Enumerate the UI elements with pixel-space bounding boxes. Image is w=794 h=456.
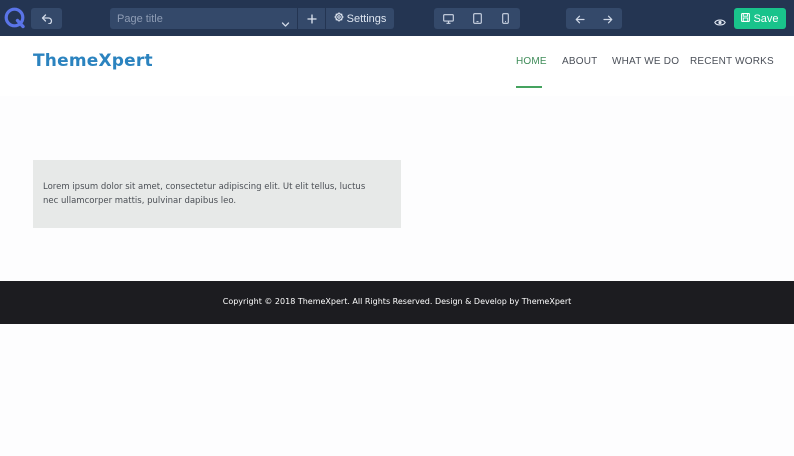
nav-item-about[interactable]: ABOUT xyxy=(562,56,597,67)
save-label: Save xyxy=(753,12,779,25)
desktop-view-button[interactable] xyxy=(434,8,463,29)
copyright-text: Copyright © 2018 ThemeXpert. All Rights … xyxy=(222,297,572,306)
add-page-button[interactable] xyxy=(298,8,325,29)
site-footer: Copyright © 2018 ThemeXpert. All Rights … xyxy=(0,281,794,324)
device-switcher xyxy=(434,8,520,29)
plus-icon xyxy=(306,9,317,28)
undo-button[interactable] xyxy=(31,8,62,29)
body-text: Lorem ipsum dolor sit amet, consectetur … xyxy=(43,182,366,206)
desktop-icon xyxy=(442,9,454,28)
eye-icon xyxy=(714,12,726,31)
nav-item-recent-works[interactable]: RECENT WORKS xyxy=(690,56,774,67)
history-forward-button[interactable] xyxy=(594,8,622,29)
mobile-view-button[interactable] xyxy=(491,8,520,29)
history-back-button[interactable] xyxy=(566,8,594,29)
nav-item-what-we-do[interactable]: WHAT WE DO xyxy=(612,56,679,67)
nav-active-indicator xyxy=(516,86,542,88)
arrow-left-icon xyxy=(575,9,585,28)
page-title-input[interactable] xyxy=(110,8,297,29)
site-header: ThemeXpert HOME ABOUT WHAT WE DO RECENT … xyxy=(0,36,794,96)
tablet-view-button[interactable] xyxy=(463,8,492,29)
main-nav: HOME ABOUT WHAT WE DO RECENT WORKS xyxy=(0,56,794,76)
mobile-icon xyxy=(502,9,510,28)
settings-button[interactable]: Settings xyxy=(326,8,394,29)
gear-icon xyxy=(334,12,344,25)
quix-logo-icon[interactable] xyxy=(3,6,27,30)
chevron-down-icon[interactable] xyxy=(281,14,290,33)
editor-toolbar: Settings xyxy=(0,0,794,36)
undo-icon xyxy=(41,13,53,24)
save-icon xyxy=(741,12,751,25)
save-button[interactable]: Save xyxy=(734,8,786,29)
history-controls xyxy=(566,8,622,29)
text-block[interactable]: Lorem ipsum dolor sit amet, consectetur … xyxy=(33,160,401,228)
arrow-right-icon xyxy=(603,9,613,28)
nav-item-home[interactable]: HOME xyxy=(516,56,547,67)
page-selector-group: Settings xyxy=(110,8,394,29)
tablet-icon xyxy=(472,9,482,28)
preview-button[interactable] xyxy=(714,12,726,31)
settings-label: Settings xyxy=(346,12,387,25)
